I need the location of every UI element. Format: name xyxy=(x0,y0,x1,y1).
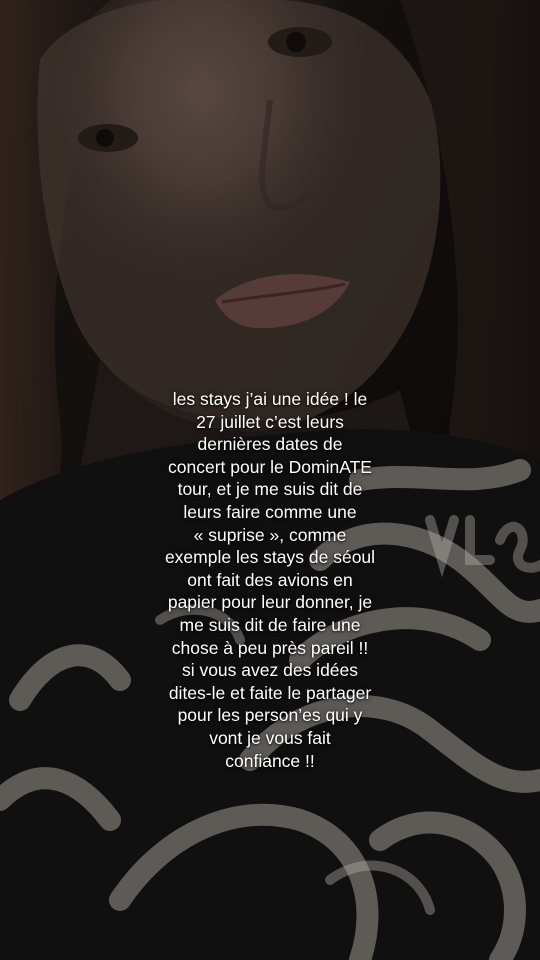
caption-line: pour les person’es qui y xyxy=(177,705,363,726)
caption-line: 27 juillet c’est leurs xyxy=(196,411,344,432)
caption-line: concert pour le DominATE xyxy=(168,456,372,477)
story-caption: les stays j’ai une idée ! le 27 juillet … xyxy=(20,388,520,772)
caption-line: leurs faire comme une xyxy=(183,501,357,522)
caption-line: si vous avez des idées xyxy=(181,660,359,681)
caption-line: dites-le et faite le partager xyxy=(168,682,372,703)
caption-line: vont je vous fait xyxy=(209,727,331,748)
caption-line: les stays j’ai une idée ! le xyxy=(172,389,368,409)
caption-line: papier pour leur donner, je xyxy=(167,592,373,613)
caption-line: me suis dit de faire une xyxy=(179,614,361,635)
caption-line: « suprise », comme xyxy=(193,524,347,545)
caption-line: exemple les stays de séoul xyxy=(164,547,376,568)
caption-line: ont fait des avions en xyxy=(187,569,353,590)
caption-line: dernières dates de xyxy=(197,434,343,455)
caption-line: confiance !! xyxy=(225,750,315,771)
caption-line: tour, et je me suis dit de xyxy=(177,479,363,500)
caption-line: chose à peu près pareil !! xyxy=(171,637,369,658)
